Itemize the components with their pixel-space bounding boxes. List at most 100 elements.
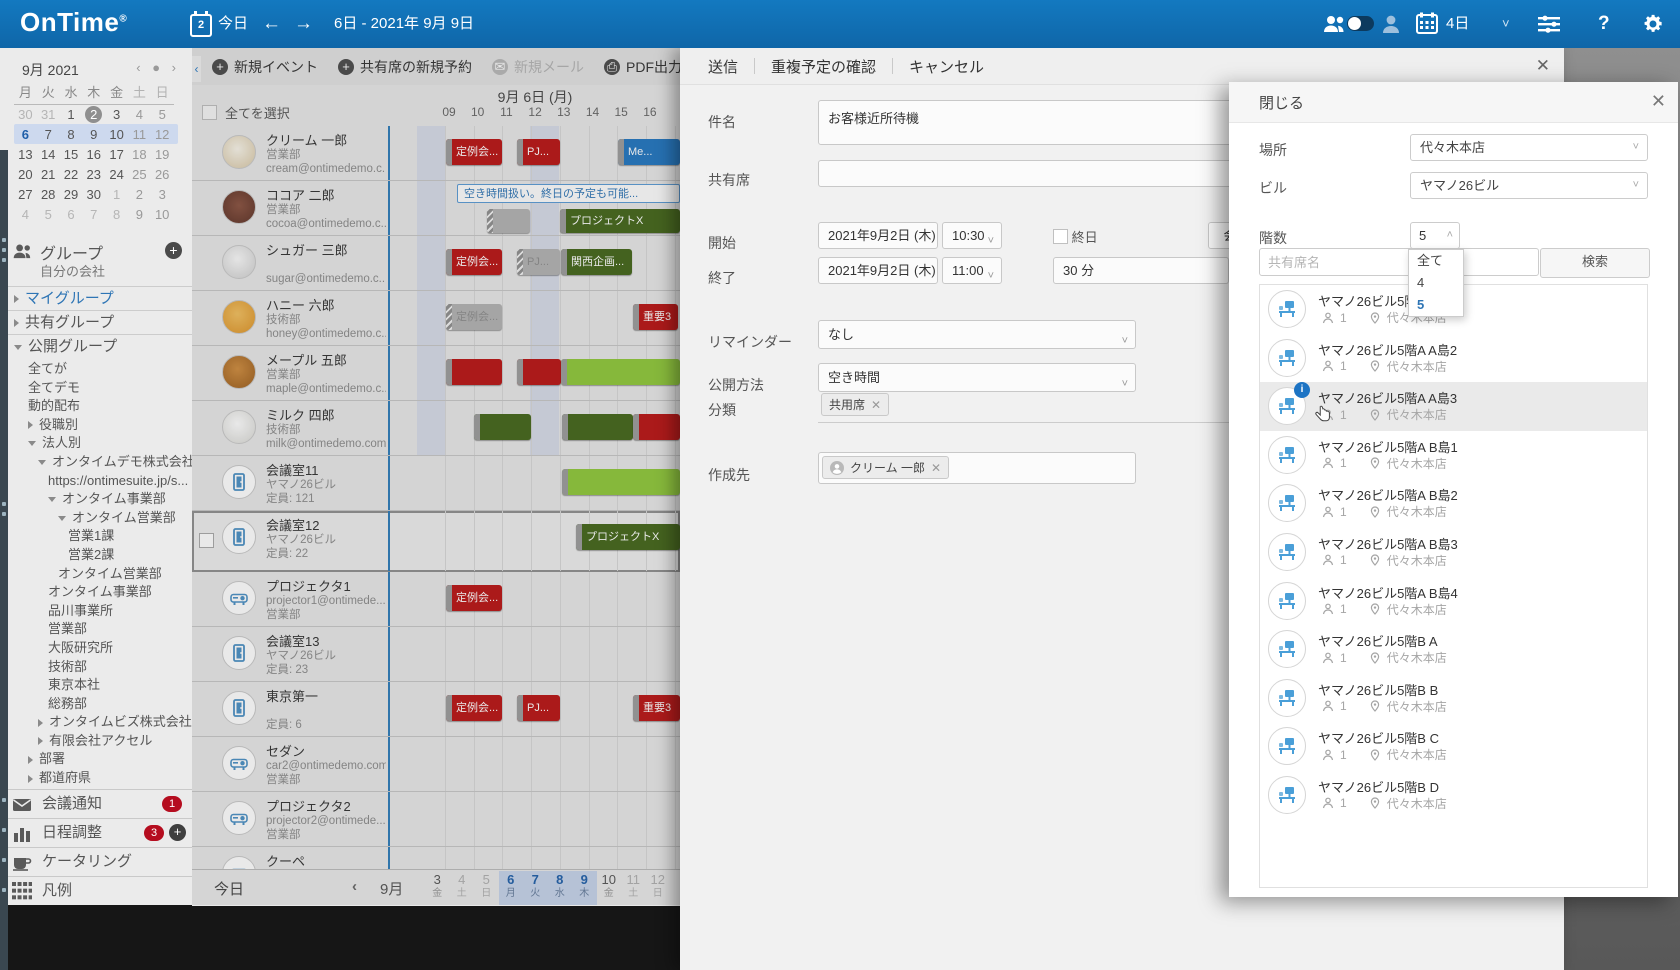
seat-item[interactable]: ヤマノ26ビル5階A A島21代々木本店 — [1260, 334, 1647, 383]
group-tree-item[interactable]: 品川事業所 — [0, 602, 192, 621]
mini-calendar-day[interactable]: 30 — [82, 187, 105, 202]
search-button[interactable]: 検索 — [1540, 248, 1650, 278]
mini-calendar-day[interactable]: 15 — [60, 147, 83, 162]
sidebar-item-会議通知[interactable]: 会議通知1 — [0, 789, 192, 818]
mini-calendar-day[interactable]: 28 — [37, 187, 60, 202]
creator-field[interactable]: クリーム 一郎✕ — [818, 452, 1136, 484]
event-block[interactable] — [487, 209, 530, 233]
sidebar-item-ケータリング[interactable]: ケータリング — [0, 847, 192, 876]
add-group-button[interactable]: + — [165, 242, 182, 259]
event-block[interactable]: 重要3 — [633, 695, 680, 721]
mini-calendar-day[interactable]: 31 — [37, 107, 60, 122]
creator-tag[interactable]: クリーム 一郎✕ — [822, 456, 949, 479]
day-strip-item[interactable]: 4土 — [450, 871, 475, 905]
event-block[interactable]: 定例会... — [446, 304, 502, 330]
view-days-label[interactable]: 4日 — [1446, 0, 1469, 48]
event-block[interactable] — [446, 359, 502, 385]
event-block[interactable]: 関西企画... — [561, 249, 632, 275]
mini-calendar-day[interactable]: 9 — [128, 207, 151, 222]
event-block[interactable]: PJ... — [517, 139, 560, 165]
group-tree-item[interactable]: https://ontimesuite.jp/s... — [0, 472, 192, 491]
check-conflicts-button[interactable]: 重複予定の確認 — [771, 56, 876, 77]
next-day-button[interactable]: → — [294, 0, 313, 48]
bottom-prev-icon[interactable]: ‹ — [352, 878, 357, 895]
building-select[interactable]: ヤマノ26ビル˅ — [1410, 172, 1648, 199]
mini-calendar-day[interactable]: 2 — [128, 187, 151, 202]
today-button[interactable]: 今日 — [218, 0, 248, 48]
select-all-checkbox[interactable]: 全てを選択 — [202, 103, 290, 122]
mini-calendar-day[interactable]: 11 — [128, 127, 151, 142]
group-tree-item[interactable]: 部署 — [0, 750, 192, 769]
start-date-field[interactable]: 2021年9月2日 (木) — [818, 222, 938, 249]
mini-calendar-day[interactable]: 4 — [14, 207, 37, 222]
filter-sliders-icon[interactable] — [1536, 12, 1562, 36]
toolbar-button-共有席の新規予約[interactable]: +共有席の新規予約 — [338, 57, 472, 77]
person-icon[interactable] — [1378, 12, 1404, 36]
end-date-field[interactable]: 2021年9月2日 (木) — [818, 257, 938, 284]
mini-calendar-day[interactable]: 13 — [14, 147, 37, 162]
floor-option-5[interactable]: 5 — [1409, 294, 1463, 316]
gear-icon[interactable] — [1642, 13, 1664, 35]
prev-day-button[interactable]: ← — [262, 0, 281, 48]
send-button[interactable]: 送信 — [708, 56, 738, 77]
dialog-close-icon[interactable]: ✕ — [1651, 91, 1666, 112]
toolbar-button-新規イベント[interactable]: +新規イベント — [212, 57, 318, 77]
calendar-view-icon[interactable] — [1416, 12, 1438, 34]
seat-item[interactable]: ヤマノ26ビル5階B A1代々木本店 — [1260, 625, 1647, 674]
end-time-field[interactable]: 11:00˅ — [942, 257, 1002, 284]
mini-calendar-day[interactable]: 14 — [37, 147, 60, 162]
mini-calendar-day[interactable]: 6 — [60, 207, 83, 222]
floor-option-4[interactable]: 4 — [1409, 272, 1463, 294]
mini-calendar-day[interactable]: 10 — [151, 207, 174, 222]
mini-calendar-day[interactable]: 27 — [14, 187, 37, 202]
mini-calendar-day[interactable]: 8 — [105, 207, 128, 222]
group-tree-item[interactable]: オンタイム営業部 — [0, 509, 192, 528]
mini-calendar-day[interactable]: 23 — [82, 167, 105, 182]
group-tree-item[interactable]: 全てデモ — [0, 379, 192, 398]
remove-tag-icon[interactable]: ✕ — [931, 461, 941, 475]
event-block[interactable] — [561, 359, 680, 385]
day-strip-item[interactable]: 11土 — [621, 871, 646, 905]
mini-calendar-day[interactable]: 10 — [105, 127, 128, 142]
sidebar-item-凡例[interactable]: 凡例 — [0, 876, 192, 905]
form-close-icon[interactable]: ✕ — [1536, 56, 1550, 76]
event-block[interactable] — [633, 414, 680, 440]
reminder-select[interactable]: なし˅ — [818, 320, 1136, 349]
add-button[interactable]: + — [169, 824, 186, 841]
publish-method-select[interactable]: 空き時間˅ — [818, 363, 1136, 392]
mini-calendar-day[interactable]: 12 — [151, 127, 174, 142]
mini-calendar-day[interactable]: 16 — [82, 147, 105, 162]
group-tree-item[interactable]: 有限会社アクセル — [0, 732, 192, 751]
mini-calendar-day[interactable]: 26 — [151, 167, 174, 182]
mini-calendar-day[interactable]: 7 — [82, 207, 105, 222]
seat-item[interactable]: ヤマノ26ビル5階B B1代々木本店 — [1260, 674, 1647, 723]
mini-calendar-day[interactable]: 17 — [105, 147, 128, 162]
mini-calendar-day[interactable]: 8 — [60, 127, 83, 142]
group-tree-item[interactable]: 都道府県 — [0, 769, 192, 788]
checkbox-icon[interactable] — [202, 105, 217, 120]
event-block[interactable]: 定例会... — [446, 695, 502, 721]
mini-calendar-day[interactable]: 24 — [105, 167, 128, 182]
day-strip-item[interactable]: 10金 — [597, 871, 622, 905]
day-strip-item[interactable]: 8水 — [548, 871, 573, 905]
event-block[interactable] — [474, 414, 531, 440]
group-people-icon[interactable] — [1322, 12, 1348, 36]
group-tree-item[interactable]: オンタイムビズ株式会社 — [0, 713, 192, 732]
help-button[interactable]: ? — [1598, 0, 1610, 48]
mini-calendar-day[interactable]: 30 — [14, 107, 37, 122]
timeline-row-クリーム 一郎[interactable]: クリーム 一郎営業部cream@ontimedemo.c...定例会...PJ.… — [192, 126, 680, 181]
day-strip-item[interactable]: 6月 — [499, 871, 524, 905]
group-person-toggle[interactable] — [1347, 16, 1374, 31]
floor-option-全て[interactable]: 全て — [1409, 250, 1463, 272]
timeline-row-シュガー 三郎[interactable]: シュガー 三郎 sugar@ontimedemo.c...定例会...PJ...… — [192, 236, 680, 291]
today-calendar-icon[interactable]: 2 — [190, 14, 212, 37]
duration-field[interactable]: 30 分 — [1053, 257, 1229, 284]
timeline-row-メープル 五郎[interactable]: メープル 五郎営業部maple@ontimedemo.c... — [192, 346, 680, 401]
group-tree-item[interactable]: 営業1課 — [0, 527, 192, 546]
dialog-close-button[interactable]: 閉じる — [1259, 92, 1304, 113]
group-tree-item[interactable]: 動的配布 — [0, 397, 192, 416]
toolbar-button-PDF出力[interactable]: ⎙PDF出力 — [604, 57, 682, 77]
group-tree-item[interactable]: 法人別 — [0, 434, 192, 453]
mini-calendar-day[interactable]: 6 — [14, 127, 37, 142]
group-tree-item[interactable]: 営業部 — [0, 620, 192, 639]
